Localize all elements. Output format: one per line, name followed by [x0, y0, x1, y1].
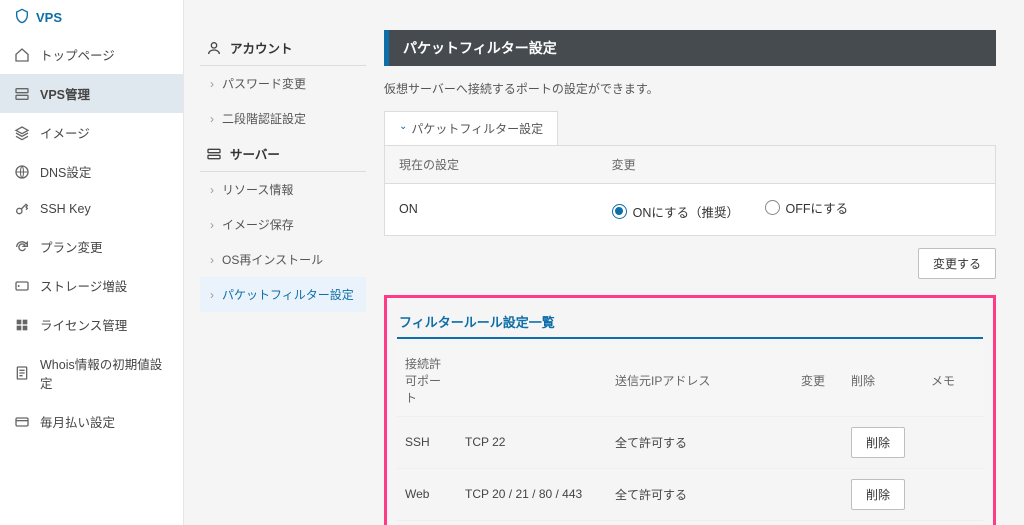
- sidebar-item-vps[interactable]: VPS管理: [0, 74, 183, 113]
- th-change: 変更: [793, 345, 843, 417]
- brand-logo: VPS: [0, 4, 183, 35]
- home-icon: [14, 47, 30, 63]
- sidebar-item-label: VPS管理: [40, 84, 90, 103]
- sidebar-item-label: トップページ: [40, 45, 115, 64]
- doc-icon: [14, 365, 30, 381]
- sidebar-item-label: ストレージ増設: [40, 276, 127, 295]
- rule-port: TCP 20 / 21 / 80 / 443: [457, 468, 607, 520]
- delete-button[interactable]: 削除: [851, 479, 905, 510]
- radio-dot-icon: [612, 204, 627, 219]
- th-port-name: 接続許可ポート: [397, 345, 457, 417]
- global-sidebar: VPS トップページ VPS管理 イメージ DNS設定 SSH Key プラン変…: [0, 0, 184, 525]
- rule-source: 全て許可する: [607, 468, 793, 520]
- current-value: ON: [385, 188, 598, 230]
- sidebar-item-license[interactable]: ライセンス管理: [0, 305, 183, 344]
- sub-nav: アカウント パスワード変更 二段階認証設定 サーバー リソース情報 イメージ保存…: [184, 0, 374, 525]
- sidebar-item-label: プラン変更: [40, 237, 103, 256]
- sidebar-item-label: ライセンス管理: [40, 315, 127, 334]
- page-title: パケットフィルター設定: [384, 30, 996, 66]
- subnav-item-image-save[interactable]: イメージ保存: [200, 207, 366, 242]
- sidebar-item-dns[interactable]: DNS設定: [0, 152, 183, 191]
- grid-icon: [14, 317, 30, 333]
- sidebar-item-storage[interactable]: ストレージ増設: [0, 266, 183, 305]
- col-header-current: 現在の設定: [385, 146, 598, 183]
- sidebar-item-label: Whois情報の初期値設定: [40, 354, 169, 392]
- subnav-item-label: OS再インストール: [222, 251, 323, 268]
- th-memo: メモ: [923, 345, 983, 417]
- change-button[interactable]: 変更する: [918, 248, 996, 279]
- subnav-item-packet-filter[interactable]: パケットフィルター設定: [200, 277, 366, 312]
- subnav-item-resource[interactable]: リソース情報: [200, 172, 366, 207]
- rule-name: SSH: [397, 416, 457, 468]
- radio-dot-icon: [765, 200, 780, 215]
- rule-name: Web: [397, 468, 457, 520]
- subnav-item-label: パケットフィルター設定: [222, 286, 354, 303]
- key-icon: [14, 201, 30, 217]
- tab-packet-filter[interactable]: パケットフィルター設定: [384, 111, 558, 145]
- tab-bar: パケットフィルター設定: [384, 111, 996, 145]
- subnav-head-label: アカウント: [230, 38, 293, 57]
- th-delete: 削除: [843, 345, 923, 417]
- subnav-item-label: イメージ保存: [222, 216, 294, 233]
- th-port-val: [457, 345, 607, 417]
- subnav-item-password[interactable]: パスワード変更: [200, 66, 366, 101]
- storage-icon: [14, 278, 30, 294]
- tab-label: パケットフィルター設定: [411, 120, 543, 137]
- globe-icon: [14, 164, 30, 180]
- subnav-head-account: アカウント: [200, 30, 366, 66]
- table-row: SSH TCP 22 全て許可する 削除: [397, 416, 983, 468]
- col-header-change: 変更: [598, 146, 995, 183]
- subnav-head-server: サーバー: [200, 136, 366, 172]
- filter-rule-box: フィルタールール設定一覧 接続許可ポート 送信元IPアドレス 変更 削除 メモ …: [384, 295, 996, 525]
- server2-icon: [206, 146, 222, 162]
- th-source: 送信元IPアドレス: [607, 345, 793, 417]
- radio-on[interactable]: ONにする（推奨）: [612, 202, 739, 221]
- logo-icon: [14, 8, 30, 27]
- subnav-item-label: パスワード変更: [222, 75, 306, 92]
- layers-icon: [14, 125, 30, 141]
- radio-off[interactable]: OFFにする: [765, 198, 849, 217]
- subnav-item-label: 二段階認証設定: [222, 110, 306, 127]
- page-description: 仮想サーバーへ接続するポートの設定ができます。: [384, 80, 996, 97]
- sidebar-item-plan[interactable]: プラン変更: [0, 227, 183, 266]
- subnav-item-label: リソース情報: [222, 181, 293, 198]
- table-row: Web TCP 20 / 21 / 80 / 443 全て許可する 削除: [397, 468, 983, 520]
- delete-button[interactable]: 削除: [851, 427, 905, 458]
- brand-text: VPS: [36, 10, 62, 25]
- subnav-item-2fa[interactable]: 二段階認証設定: [200, 101, 366, 136]
- sidebar-item-top[interactable]: トップページ: [0, 35, 183, 74]
- subnav-item-os-reinstall[interactable]: OS再インストール: [200, 242, 366, 277]
- server-icon: [14, 86, 30, 102]
- sidebar-item-monthly[interactable]: 毎月払い設定: [0, 402, 183, 441]
- radio-label: ONにする（推奨）: [633, 202, 739, 221]
- sidebar-item-label: SSH Key: [40, 202, 91, 216]
- sidebar-item-whois[interactable]: Whois情報の初期値設定: [0, 344, 183, 402]
- filter-rule-title: フィルタールール設定一覧: [397, 308, 983, 339]
- sidebar-item-label: 毎月払い設定: [40, 412, 115, 431]
- refresh-icon: [14, 239, 30, 255]
- sidebar-item-image[interactable]: イメージ: [0, 113, 183, 152]
- main-content: パケットフィルター設定 仮想サーバーへ接続するポートの設定ができます。 パケット…: [374, 0, 1024, 525]
- card-icon: [14, 414, 30, 430]
- rule-port: TCP 22: [457, 416, 607, 468]
- radio-label: OFFにする: [786, 198, 849, 217]
- sidebar-item-sshkey[interactable]: SSH Key: [0, 191, 183, 227]
- subnav-head-label: サーバー: [230, 144, 280, 163]
- filter-rule-table: 接続許可ポート 送信元IPアドレス 変更 削除 メモ SSH TCP 22 全て…: [397, 345, 983, 521]
- user-icon: [206, 40, 222, 56]
- setting-panel: 現在の設定 変更 ON ONにする（推奨） OFFにする: [384, 145, 996, 236]
- sidebar-item-label: DNS設定: [40, 162, 91, 181]
- rule-source: 全て許可する: [607, 416, 793, 468]
- sidebar-item-label: イメージ: [40, 123, 90, 142]
